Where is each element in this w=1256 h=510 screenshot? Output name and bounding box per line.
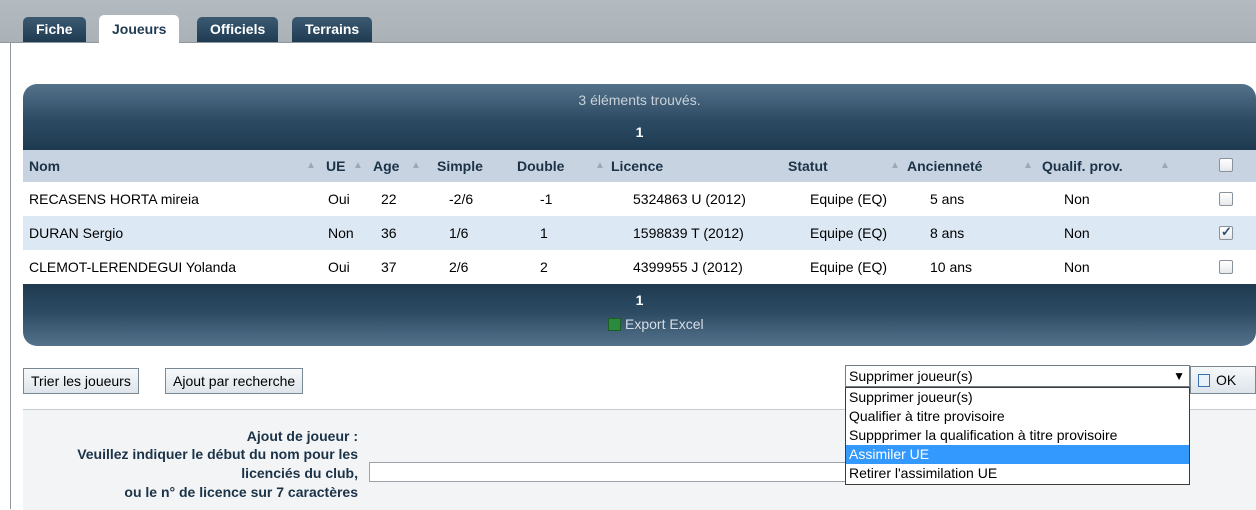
sort-players-button[interactable]: Trier les joueurs bbox=[23, 368, 139, 394]
table-row: CLEMOT-LERENDEGUI Yolanda Oui 37 2/6 2 4… bbox=[23, 250, 1256, 284]
column-header-ue[interactable]: UE bbox=[326, 150, 345, 182]
sort-icon[interactable]: ▲ bbox=[411, 150, 421, 182]
ok-button-label: OK bbox=[1216, 372, 1237, 388]
add-player-title: Ajout de joueur : bbox=[246, 428, 358, 444]
table-row: RECASENS HORTA mireia Oui 22 -2/6 -1 532… bbox=[23, 182, 1256, 216]
cell-age: 37 bbox=[381, 259, 397, 275]
ok-button[interactable]: OK bbox=[1190, 366, 1256, 394]
cell-ue: Oui bbox=[328, 191, 350, 207]
cell-ue: Non bbox=[328, 225, 354, 241]
tab-bar: Fiche Joueurs Officiels Terrains bbox=[0, 0, 1256, 43]
add-player-hint-2: licenciés du club, bbox=[241, 465, 358, 481]
cell-qualif: Non bbox=[1064, 225, 1090, 241]
cell-qualif: Non bbox=[1064, 259, 1090, 275]
column-header-qualif-prov[interactable]: Qualif. prov. bbox=[1042, 150, 1123, 182]
sort-icon[interactable]: ▲ bbox=[1023, 150, 1033, 182]
cell-simple: 1/6 bbox=[449, 225, 469, 241]
action-dropdown-list: Supprimer joueur(s) Qualifier à titre pr… bbox=[845, 387, 1190, 485]
cell-anciennete: 8 ans bbox=[930, 225, 965, 241]
cell-statut: Equipe (EQ) bbox=[810, 191, 888, 207]
cell-anciennete: 10 ans bbox=[930, 259, 973, 275]
grid-header: 3 éléments trouvés. 1 bbox=[23, 84, 1256, 150]
add-by-search-button[interactable]: Ajout par recherche bbox=[165, 368, 304, 394]
export-excel-label: Export Excel bbox=[625, 316, 704, 332]
table-row: DURAN Sergio Non 36 1/6 1 1598839 T (201… bbox=[23, 216, 1256, 250]
edit-icon bbox=[1198, 374, 1210, 387]
tab-terrains[interactable]: Terrains bbox=[292, 17, 373, 42]
tab-joueurs[interactable]: Joueurs bbox=[99, 15, 180, 43]
column-header-age[interactable]: Age bbox=[373, 150, 399, 182]
option-retirer-assimilation-ue[interactable]: Retirer l'assimilation UE bbox=[846, 464, 1189, 483]
cell-ue: Oui bbox=[328, 259, 350, 275]
sort-icon[interactable]: ▲ bbox=[353, 150, 363, 182]
column-header-statut[interactable]: Statut bbox=[788, 150, 828, 182]
cell-nom: RECASENS HORTA mireia bbox=[29, 191, 199, 207]
add-player-hint-3: ou le n° de licence sur 7 caractères bbox=[124, 484, 358, 500]
column-header-anciennete[interactable]: Ancienneté bbox=[907, 150, 982, 182]
select-all-checkbox[interactable] bbox=[1219, 158, 1233, 172]
option-qualifier-provisoire[interactable]: Qualifier à titre provisoire bbox=[846, 407, 1189, 426]
cell-age: 22 bbox=[381, 191, 397, 207]
add-player-hint-1: Veuillez indiquer le début du nom pour l… bbox=[77, 446, 358, 462]
action-select[interactable]: Supprimer joueur(s) ▼ bbox=[845, 365, 1190, 387]
row-checkbox[interactable]: ✓ bbox=[1219, 224, 1233, 240]
tab-fiche[interactable]: Fiche bbox=[23, 17, 86, 42]
cell-simple: -2/6 bbox=[449, 191, 474, 207]
cell-age: 36 bbox=[381, 225, 397, 241]
column-header-double[interactable]: Double bbox=[517, 150, 564, 182]
panel-border bbox=[10, 42, 11, 509]
column-headers: Nom ▲︎ UE ▲ Age ▲ Simple Double ▲ Licenc… bbox=[23, 150, 1256, 182]
cell-double: 1 bbox=[540, 225, 548, 241]
sort-icon[interactable]: ▲︎ bbox=[306, 150, 316, 182]
dropdown-arrow-icon[interactable]: ▼ bbox=[1173, 366, 1185, 386]
tab-officiels[interactable]: Officiels bbox=[197, 17, 279, 42]
column-header-nom[interactable]: Nom bbox=[29, 150, 60, 182]
cell-nom: DURAN Sergio bbox=[29, 225, 124, 241]
export-excel-link[interactable]: Export Excel bbox=[608, 316, 704, 332]
option-supprimer-qualification[interactable]: Suppprimer la qualification à titre prov… bbox=[846, 426, 1189, 445]
sort-icon[interactable]: ▲ bbox=[595, 150, 605, 182]
excel-icon bbox=[608, 318, 621, 331]
cell-licence: 1598839 T (2012) bbox=[633, 225, 744, 241]
cell-statut: Equipe (EQ) bbox=[810, 259, 888, 275]
cell-licence: 4399955 J (2012) bbox=[633, 259, 743, 275]
grid-footer: 1 Export Excel bbox=[23, 284, 1256, 346]
cell-double: -1 bbox=[540, 191, 553, 207]
cell-anciennete: 5 ans bbox=[930, 191, 965, 207]
check-icon: ✓ bbox=[1221, 224, 1232, 239]
cell-statut: Equipe (EQ) bbox=[810, 225, 888, 241]
action-select-value: Supprimer joueur(s) bbox=[849, 368, 973, 384]
column-header-simple[interactable]: Simple bbox=[437, 150, 483, 182]
cell-qualif: Non bbox=[1064, 191, 1090, 207]
sort-icon[interactable]: ▲ bbox=[890, 150, 900, 182]
row-checkbox[interactable] bbox=[1219, 192, 1233, 206]
option-assimiler-ue[interactable]: Assimiler UE bbox=[846, 445, 1189, 464]
cell-licence: 5324863 U (2012) bbox=[633, 191, 746, 207]
page-link-top[interactable]: 1 bbox=[23, 124, 1256, 140]
column-header-licence[interactable]: Licence bbox=[611, 150, 663, 182]
sort-icon[interactable]: ▲ bbox=[1160, 150, 1170, 182]
row-checkbox[interactable] bbox=[1219, 260, 1233, 274]
cell-nom: CLEMOT-LERENDEGUI Yolanda bbox=[29, 259, 236, 275]
page-link-bottom[interactable]: 1 bbox=[23, 292, 1256, 308]
results-count: 3 éléments trouvés. bbox=[578, 92, 701, 108]
cell-double: 2 bbox=[540, 259, 548, 275]
cell-simple: 2/6 bbox=[449, 259, 469, 275]
option-supprimer-joueurs[interactable]: Supprimer joueur(s) bbox=[846, 388, 1189, 407]
